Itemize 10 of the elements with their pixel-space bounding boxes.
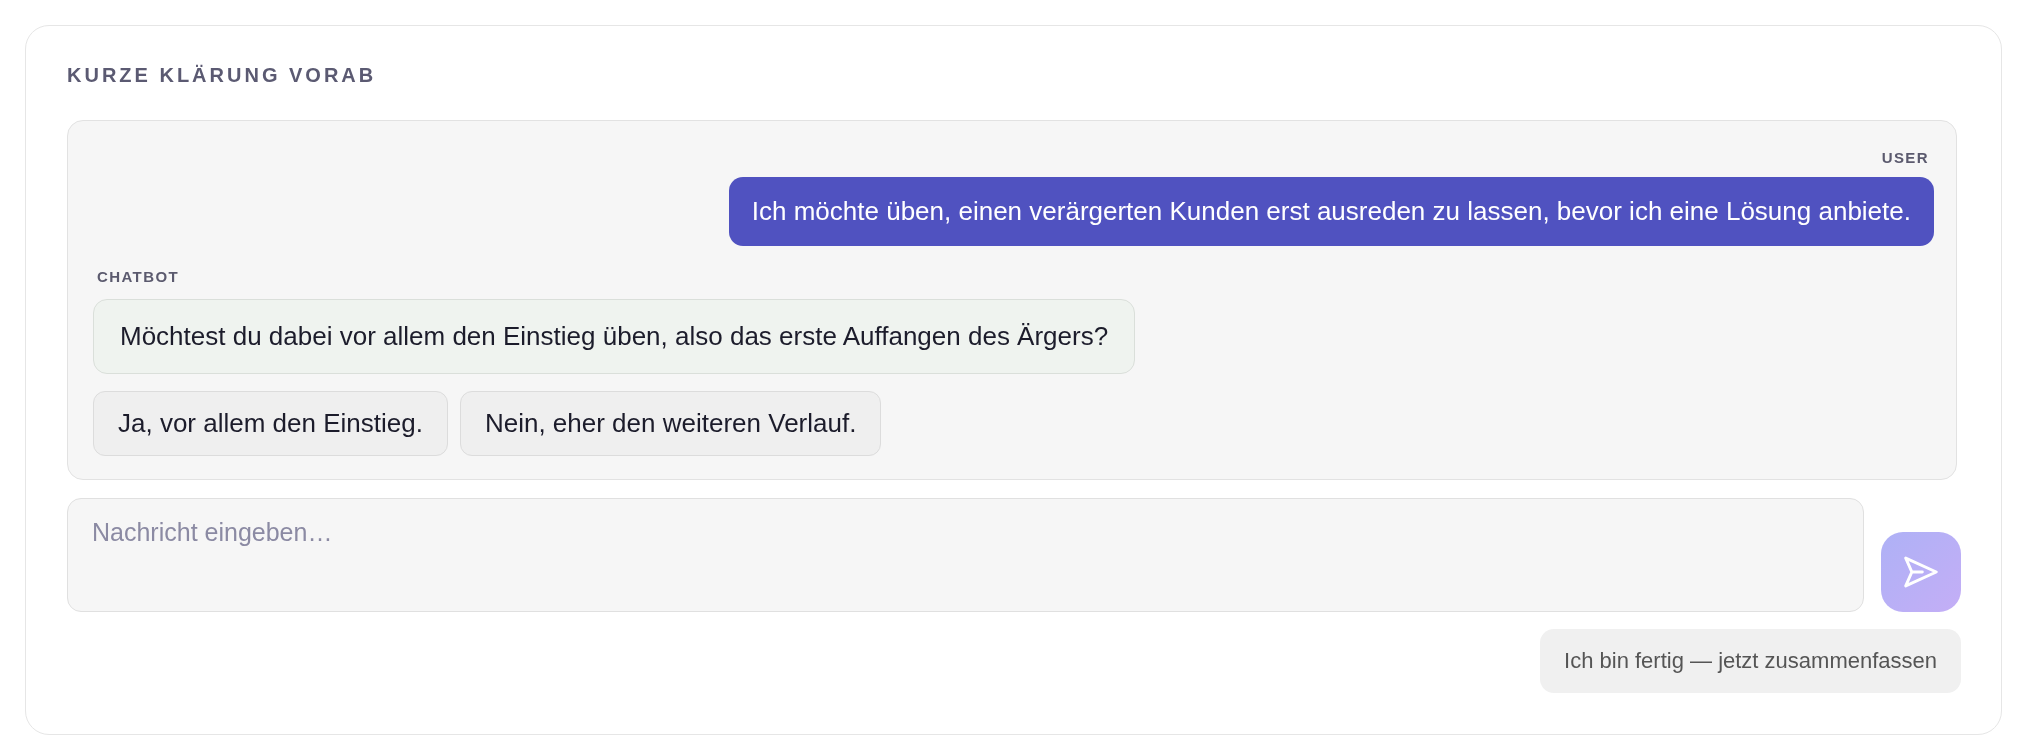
sender-label: USER xyxy=(1881,149,1929,167)
message-input[interactable]: Nachricht eingeben… xyxy=(67,498,1864,612)
finish-button[interactable]: Ich bin fertig — jetzt zusammenfassen xyxy=(1540,629,1961,693)
send-icon xyxy=(1904,556,1938,588)
bot-message: Möchtest du dabei vor allem den Einstieg üben, also das erste Auffangen des Ärgers? xyxy=(93,299,1136,374)
reply-option-button[interactable]: Ja, vor allem den Einstieg. xyxy=(93,391,448,456)
sender-label: CHATBOT xyxy=(97,268,179,286)
reply-option-button[interactable]: Nein, eher den weiteren Verlauf. xyxy=(459,391,882,456)
user-message: Ich möchte üben, einen verärgerten Kunden erst ausreden zu lassen, bevor ich eine Lösung anbiete. xyxy=(728,177,1934,246)
section-title: KURZE KLÄRUNG VORAB xyxy=(67,63,377,88)
